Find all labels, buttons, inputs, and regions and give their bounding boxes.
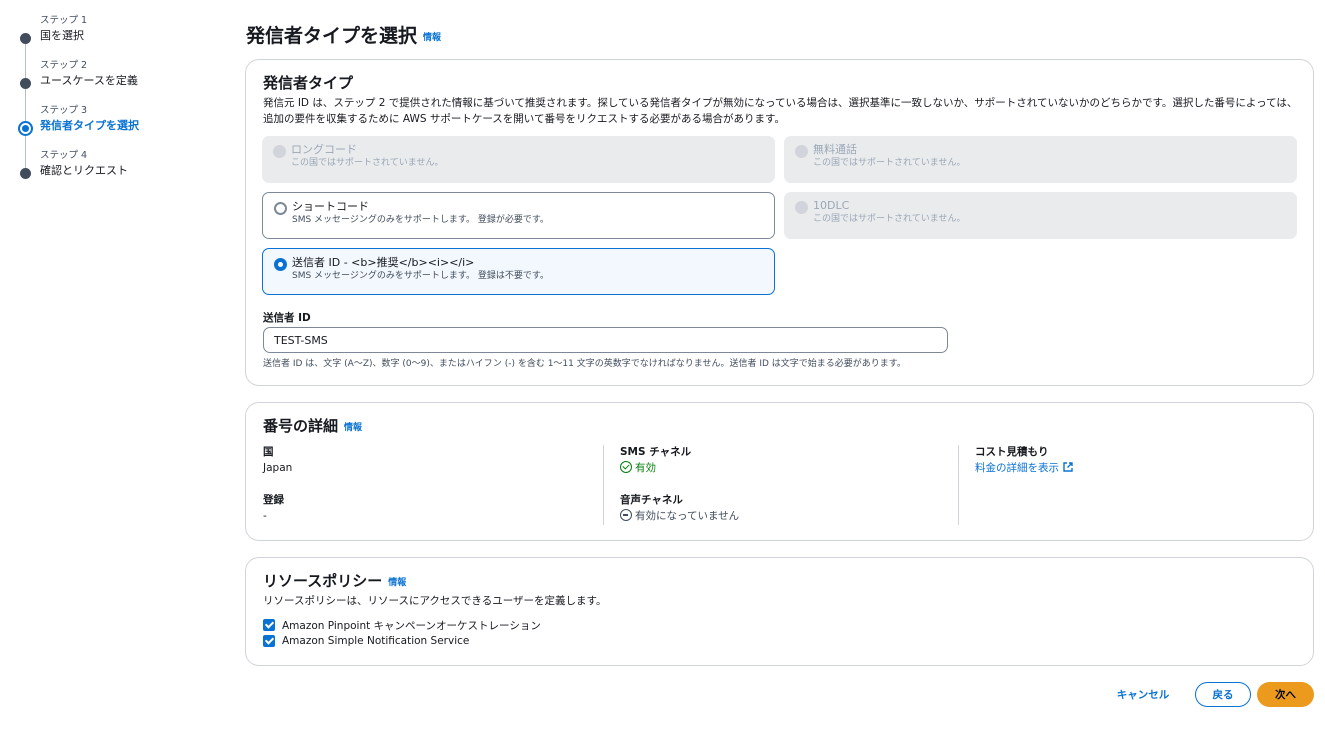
option-title: ショートコード <box>292 200 369 213</box>
registration-field: 登録 - <box>263 493 284 525</box>
pricing-link[interactable]: 料金の詳細を表示 <box>975 460 1073 477</box>
option-subtitle: この国ではサポートされていません。 <box>813 158 966 168</box>
step-number: ステップ 4 <box>40 150 88 161</box>
sms-channel-status: 有効 <box>620 460 691 477</box>
column-divider <box>603 445 604 525</box>
check-circle-icon <box>620 461 632 473</box>
option-title: ロングコード <box>291 143 357 156</box>
option-subtitle: SMS メッセージングのみをサポートします。 登録が必要です。 <box>292 215 549 225</box>
step-title: 確認とリクエスト <box>40 164 128 177</box>
pricing-link-text[interactable]: 料金の詳細を表示 <box>975 462 1059 474</box>
step-number: ステップ 2 <box>40 60 88 71</box>
panel-title: 発信者タイプ <box>263 74 354 92</box>
step-number: ステップ 1 <box>40 15 88 26</box>
voice-channel-label: 音声チャネル <box>620 494 683 506</box>
policy-checkbox-pinpoint[interactable]: Amazon Pinpoint キャンペーンオーケストレーション <box>263 617 541 633</box>
sender-id-input[interactable] <box>263 327 948 353</box>
checkbox-checked-icon[interactable] <box>263 619 275 631</box>
info-link[interactable]: 情報 <box>423 33 441 43</box>
info-link[interactable]: 情報 <box>388 578 406 588</box>
checkbox-label: Amazon Simple Notification Service <box>282 635 470 647</box>
sms-channel-field: SMS チャネル 有効 <box>620 445 691 477</box>
option-sender-id[interactable]: 送信者 ID - <b>推奨</b><i></i> SMS メッセージングのみを… <box>262 248 775 295</box>
option-title: 送信者 ID - <b>推奨</b><i></i> <box>292 256 475 269</box>
step-dot-icon <box>20 33 31 44</box>
step-current-icon <box>18 121 33 136</box>
option-subtitle: この国ではサポートされていません。 <box>291 158 444 168</box>
step-2[interactable]: ステップ 2 ユースケースを定義 <box>18 59 228 128</box>
step-dot-icon <box>20 78 31 89</box>
registration-label: 登録 <box>263 494 284 506</box>
policy-description: リソースポリシーは、リソースにアクセスできるユーザーを定義します。 <box>263 595 607 607</box>
minus-circle-icon <box>620 509 632 521</box>
panel-title-text: 番号の詳細 <box>263 417 339 435</box>
option-toll-free: 無料通話 この国ではサポートされていません。 <box>784 136 1297 183</box>
cost-estimate-label: コスト見積もり <box>975 446 1049 458</box>
originator-type-panel: 発信者タイプ 発信元 ID は、ステップ 2 で提供された情報に基づいて推奨され… <box>245 59 1314 386</box>
column-divider <box>958 445 959 525</box>
radio-icon <box>273 145 286 158</box>
external-link-icon <box>1063 462 1073 472</box>
cancel-button[interactable]: キャンセル <box>1108 682 1178 707</box>
country-value: Japan <box>263 462 293 474</box>
country-field: 国 Japan <box>263 445 292 477</box>
sender-id-label: 送信者 ID <box>263 312 311 324</box>
voice-channel-field: 音声チャネル 有効になっていません <box>620 493 739 525</box>
sender-id-hint: 送信者 ID は、文字 (A〜Z)、数字 (0〜9)、またはハイフン (-) を… <box>263 359 906 369</box>
step-1[interactable]: ステップ 1 国を選択 <box>18 14 228 83</box>
next-button[interactable]: 次へ <box>1257 682 1314 707</box>
policy-checkbox-sns[interactable]: Amazon Simple Notification Service <box>263 633 469 649</box>
page-title-text: 発信者タイプを選択 <box>246 25 418 47</box>
panel-title-text: リソースポリシー <box>263 572 383 590</box>
radio-icon <box>795 201 808 214</box>
step-title[interactable]: 国を選択 <box>40 28 228 44</box>
step-4[interactable]: ステップ 4 確認とリクエスト <box>18 149 228 194</box>
radio-icon[interactable] <box>274 202 287 215</box>
checkbox-label: Amazon Pinpoint キャンペーンオーケストレーション <box>282 619 541 632</box>
cost-estimate-field: コスト見積もり 料金の詳細を表示 <box>975 445 1073 477</box>
page-title: 発信者タイプを選択 情報 <box>246 21 441 48</box>
number-details-panel: 番号の詳細 情報 国 Japan 登録 - SMS チャネル 有効 音声チャネル … <box>245 402 1314 541</box>
sms-channel-label: SMS チャネル <box>620 446 692 458</box>
step-title[interactable]: ユースケースを定義 <box>40 73 228 89</box>
step-title-current: 発信者タイプを選択 <box>40 119 139 132</box>
option-short-code[interactable]: ショートコード SMS メッセージングのみをサポートします。 登録が必要です。 <box>262 192 775 239</box>
back-button[interactable]: 戻る <box>1195 682 1251 707</box>
option-long-code: ロングコード この国ではサポートされていません。 <box>262 136 775 183</box>
voice-channel-value: 有効になっていません <box>635 510 740 522</box>
panel-description: 発信元 ID は、ステップ 2 で提供された情報に基づいて推奨されます。探してい… <box>263 97 1298 125</box>
option-title: 10DLC <box>813 199 850 212</box>
step-3[interactable]: ステップ 3 発信者タイプを選択 <box>18 104 228 173</box>
country-label: 国 <box>263 446 274 458</box>
option-title: 無料通話 <box>813 143 857 156</box>
wizard-steps: ステップ 1 国を選択 ステップ 2 ユースケースを定義 ステップ 3 発信者タ… <box>18 14 228 194</box>
option-10dlc: 10DLC この国ではサポートされていません。 <box>784 192 1297 239</box>
option-subtitle: この国ではサポートされていません。 <box>813 214 966 224</box>
step-number: ステップ 3 <box>40 105 88 116</box>
panel-title: 番号の詳細 情報 <box>263 415 362 436</box>
option-subtitle: SMS メッセージングのみをサポートします。 登録は不要です。 <box>292 271 549 281</box>
radio-selected-icon[interactable] <box>274 258 287 271</box>
checkbox-checked-icon[interactable] <box>263 635 275 647</box>
step-dot-icon <box>20 168 31 179</box>
info-link[interactable]: 情報 <box>344 423 362 433</box>
voice-channel-status: 有効になっていません <box>620 508 739 525</box>
panel-title: リソースポリシー 情報 <box>263 570 406 591</box>
sms-channel-value: 有効 <box>635 462 656 474</box>
resource-policy-panel: リソースポリシー 情報 リソースポリシーは、リソースにアクセスできるユーザーを定義… <box>245 557 1314 666</box>
registration-value: - <box>263 510 267 522</box>
radio-icon <box>795 145 808 158</box>
